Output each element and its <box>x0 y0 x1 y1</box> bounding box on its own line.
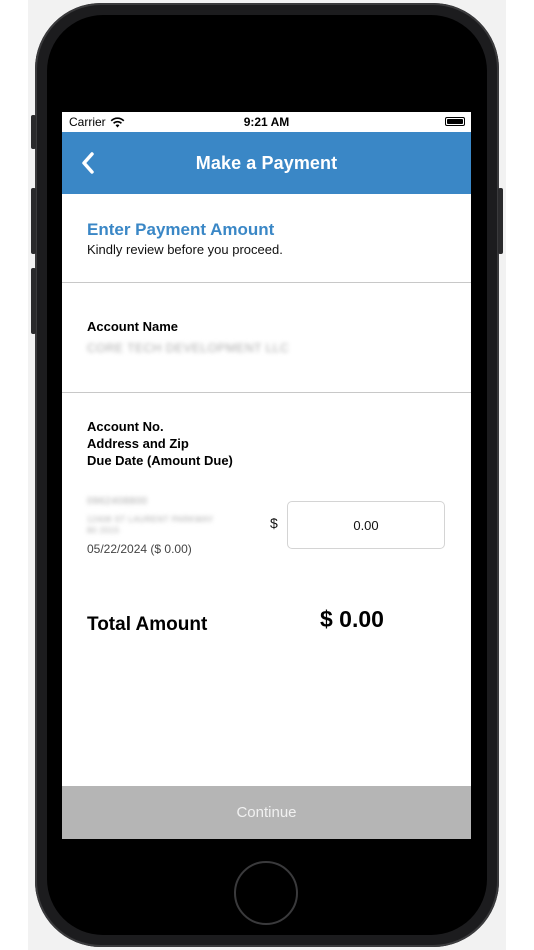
device-frame-stage: Carrier 9:21 AM Make a Payment Enter Pay… <box>0 0 534 950</box>
account-number-label: Account No. <box>87 419 164 434</box>
currency-symbol: $ <box>270 515 278 531</box>
battery-level <box>447 119 463 124</box>
address-value: 12408 ST LAURENT PARKWAY <box>87 515 214 524</box>
address-zip-label: Address and Zip <box>87 436 189 451</box>
status-time: 9:21 AM <box>243 115 290 129</box>
battery-icon <box>445 117 465 126</box>
account-name-label: Account Name <box>87 319 179 334</box>
navigation-bar: Make a Payment <box>62 132 471 194</box>
due-date-value: 05/22/2024 ($ 0.00) <box>87 542 192 556</box>
mute-switch <box>31 115 36 149</box>
home-button[interactable] <box>234 861 298 925</box>
divider-top <box>62 282 471 283</box>
divider-middle <box>62 392 471 393</box>
address-zip-value: 80 2015 <box>87 526 120 535</box>
total-amount-value: $ 0.00 <box>320 606 384 632</box>
page-title: Make a Payment <box>195 153 338 173</box>
due-date-label: Due Date (Amount Due) <box>87 453 233 468</box>
section-heading: Enter Payment Amount <box>87 220 275 239</box>
account-number-value: 0962408800 <box>87 496 148 507</box>
power-button <box>498 188 503 254</box>
status-bar: Carrier 9:21 AM <box>62 112 471 132</box>
continue-button[interactable]: Continue <box>62 786 471 839</box>
app-screen: Carrier 9:21 AM Make a Payment Enter Pay… <box>62 112 471 839</box>
volume-down-button <box>31 268 36 334</box>
section-subheading: Kindly review before you proceed. <box>87 242 283 257</box>
payment-amount-input[interactable] <box>287 501 445 549</box>
total-amount-label: Total Amount <box>87 614 208 635</box>
volume-up-button <box>31 188 36 254</box>
account-name-value: CORE TECH DEVELOPMENT LLC <box>87 341 290 355</box>
continue-label: Continue <box>236 804 297 821</box>
